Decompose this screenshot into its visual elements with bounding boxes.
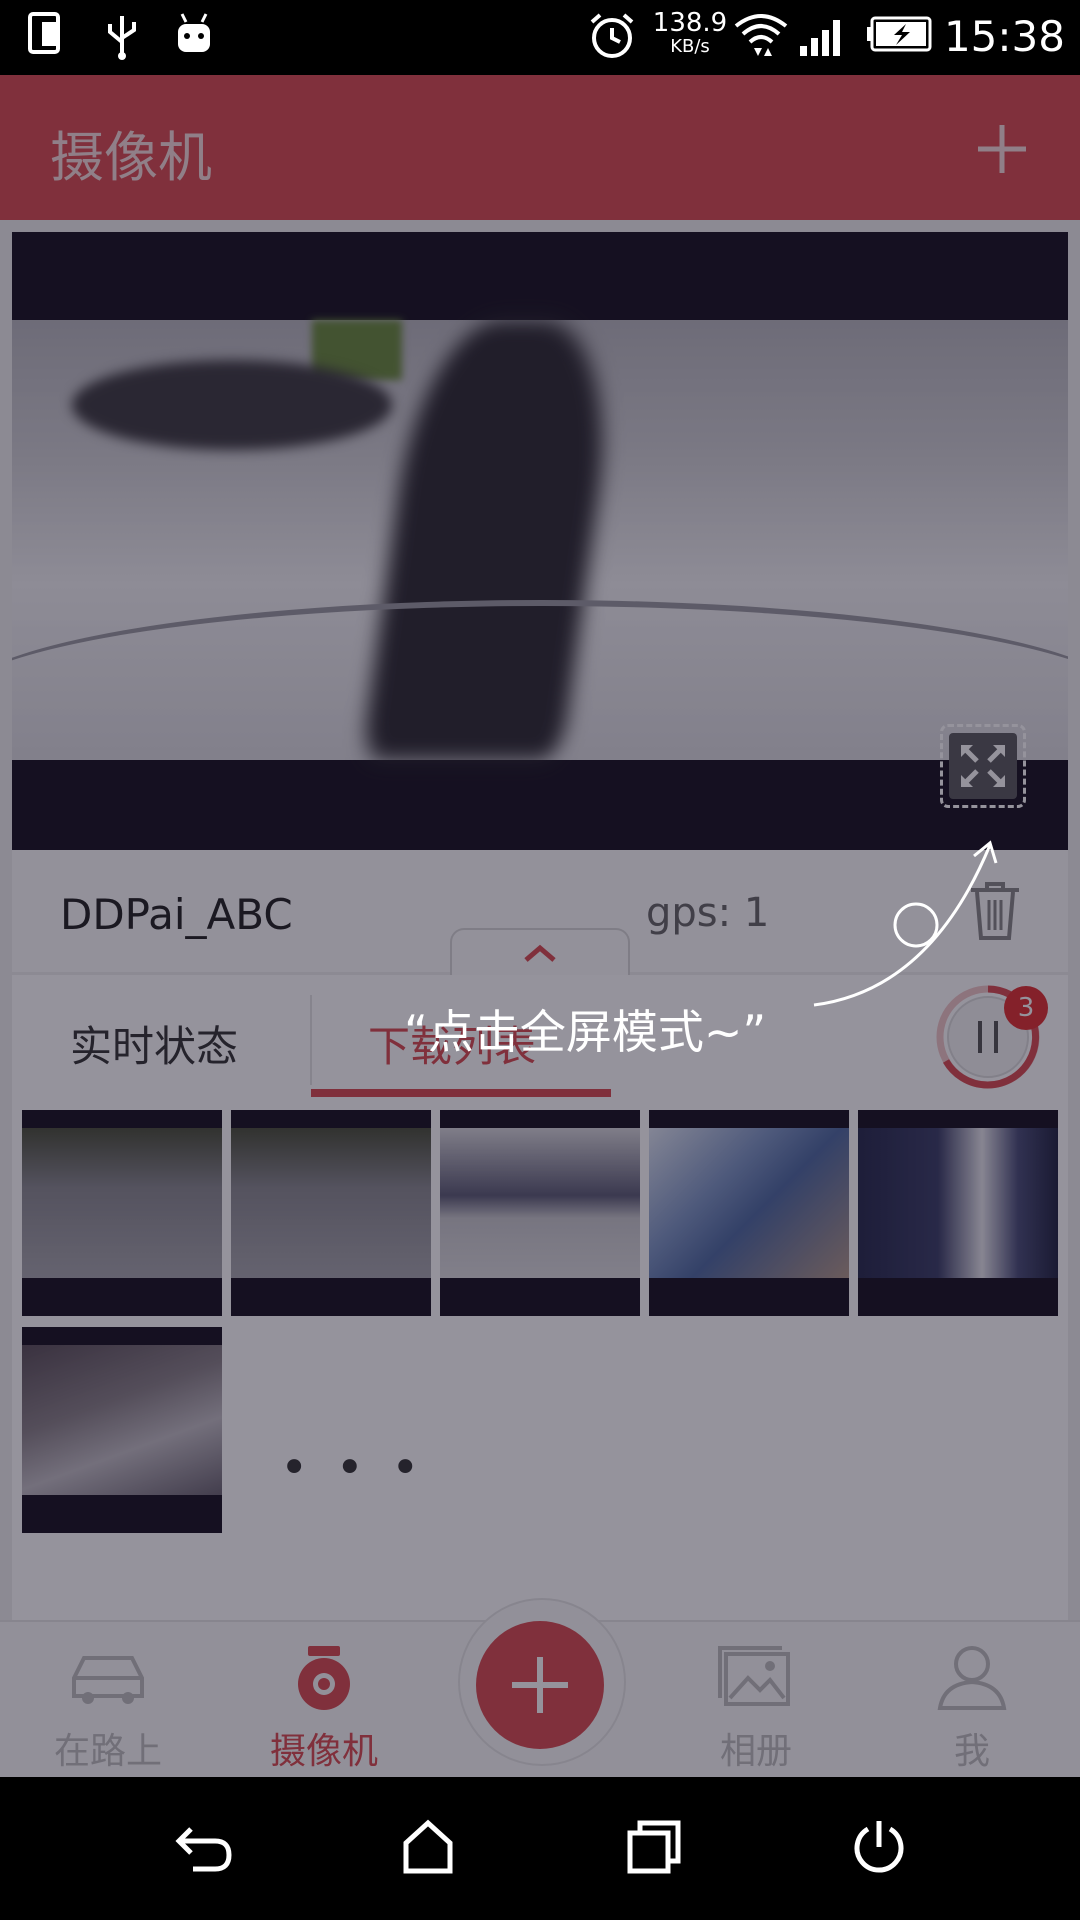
nav-label-me: 我 <box>953 1731 990 1772</box>
usb-icon <box>108 16 136 60</box>
video-preview[interactable] <box>12 232 1068 850</box>
net-speed-unit: KB/s <box>670 36 710 57</box>
page-title: 摄像机 <box>50 126 212 189</box>
wifi-icon <box>734 14 788 56</box>
plus-icon <box>512 1657 568 1713</box>
user-icon <box>937 1646 1007 1710</box>
fullscreen-icon <box>961 745 1005 787</box>
video-thumbnail[interactable] <box>440 1110 640 1316</box>
video-thumbnail[interactable] <box>649 1110 849 1316</box>
chevron-up-icon <box>524 944 556 962</box>
nav-label-camera: 摄像机 <box>269 1731 378 1772</box>
system-nav-bar <box>0 1777 1080 1920</box>
tab-divider <box>310 995 312 1085</box>
power-icon[interactable] <box>852 1819 906 1875</box>
android-icon <box>178 13 210 52</box>
battery-charging-icon <box>867 16 932 52</box>
camera-icon <box>298 1646 350 1710</box>
trash-icon[interactable] <box>967 880 1023 942</box>
album-icon <box>718 1646 790 1706</box>
collapse-handle[interactable] <box>450 928 630 976</box>
app-bar: 摄像机 <box>0 75 1080 220</box>
back-icon[interactable] <box>175 1819 235 1875</box>
nav-item-on-road[interactable]: 在路上 <box>0 1622 216 1779</box>
nav-item-camera[interactable]: 摄像机 <box>216 1622 432 1779</box>
signal-icon <box>800 20 840 56</box>
fullscreen-hint: “点击全屏模式~” <box>404 1005 767 1059</box>
car-icon <box>72 1656 144 1704</box>
add-button[interactable] <box>476 1621 604 1749</box>
alarm-icon <box>590 13 634 58</box>
net-speed: 138.9 KB/s <box>650 10 730 56</box>
clock: 15:38 <box>943 12 1065 61</box>
nav-label-on-road: 在路上 <box>53 1731 162 1772</box>
nav-label-album: 相册 <box>719 1731 792 1772</box>
tab-indicator <box>311 1089 611 1097</box>
nav-item-me[interactable]: 我 <box>864 1622 1080 1779</box>
gps-status: gps: 1 <box>646 890 770 936</box>
phone-icon <box>28 12 60 54</box>
video-thumbnail[interactable] <box>22 1110 222 1316</box>
video-thumbnail[interactable] <box>231 1110 431 1316</box>
nav-item-album[interactable]: 相册 <box>648 1622 864 1779</box>
plus-icon[interactable] <box>974 121 1030 177</box>
more-thumbnails[interactable]: • • • <box>280 1440 425 1496</box>
recents-icon[interactable] <box>626 1819 682 1875</box>
device-name: DDPai_ABC <box>60 890 293 939</box>
net-speed-value: 138.9 <box>652 8 728 38</box>
video-thumbnail[interactable] <box>858 1110 1058 1316</box>
tab-live-status[interactable]: 实时状态 <box>70 1013 238 1074</box>
video-frame <box>12 320 1068 760</box>
home-icon[interactable] <box>402 1819 454 1875</box>
status-bar: 138.9 KB/s 15:38 <box>0 0 1080 75</box>
video-thumbnail[interactable] <box>22 1327 222 1533</box>
download-count-badge: 3 <box>1004 986 1048 1030</box>
fullscreen-button[interactable] <box>940 724 1026 808</box>
